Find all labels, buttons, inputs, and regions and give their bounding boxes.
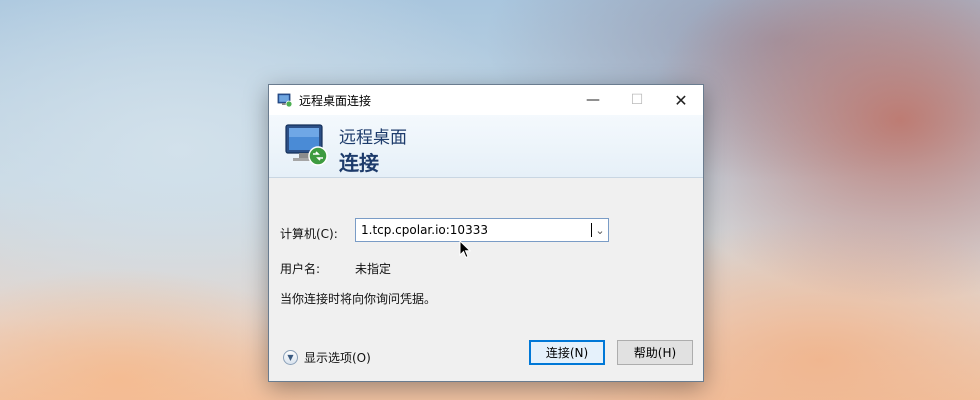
title-bar[interactable]: 远程桌面连接 — ☐ ✕ bbox=[269, 85, 703, 115]
connect-button[interactable]: 连接(N) bbox=[529, 340, 605, 365]
show-options-toggle[interactable]: ▼ 显示选项(O) bbox=[283, 349, 371, 366]
chevron-down-icon[interactable]: ⌄ bbox=[592, 224, 608, 237]
window-title: 远程桌面连接 bbox=[299, 93, 372, 108]
show-options-label[interactable]: 显示选项(O) bbox=[304, 349, 371, 366]
help-button[interactable]: 帮助(H) bbox=[617, 340, 693, 365]
banner-title-bottom: 连接 bbox=[339, 151, 379, 175]
maximize-button[interactable]: ☐ bbox=[615, 85, 659, 115]
credential-hint: 当你连接时将向你询问凭据。 bbox=[280, 292, 437, 306]
expand-options-icon[interactable]: ▼ bbox=[283, 350, 298, 365]
computer-combobox[interactable]: 1.tcp.cpolar.io:10333 ⌄ bbox=[355, 218, 609, 242]
username-value: 未指定 bbox=[355, 262, 392, 276]
remote-desktop-icon bbox=[277, 93, 293, 108]
remote-desktop-window: 远程桌面连接 — ☐ ✕ 远程桌面 连接 计算机(C): 1.tcp.cpola… bbox=[268, 84, 704, 382]
close-button[interactable]: ✕ bbox=[659, 85, 703, 115]
mouse-cursor-icon bbox=[459, 240, 472, 259]
header-banner: 远程桌面 连接 bbox=[269, 115, 703, 178]
computer-label: 计算机(C): bbox=[280, 227, 338, 241]
username-label: 用户名: bbox=[280, 262, 321, 276]
remote-desktop-icon bbox=[285, 124, 328, 166]
minimize-button[interactable]: — bbox=[571, 85, 615, 115]
computer-input[interactable]: 1.tcp.cpolar.io:10333 bbox=[356, 223, 590, 237]
computer-value: 1.tcp.cpolar.io:10333 bbox=[361, 223, 488, 237]
banner-title-top: 远程桌面 bbox=[339, 128, 407, 148]
